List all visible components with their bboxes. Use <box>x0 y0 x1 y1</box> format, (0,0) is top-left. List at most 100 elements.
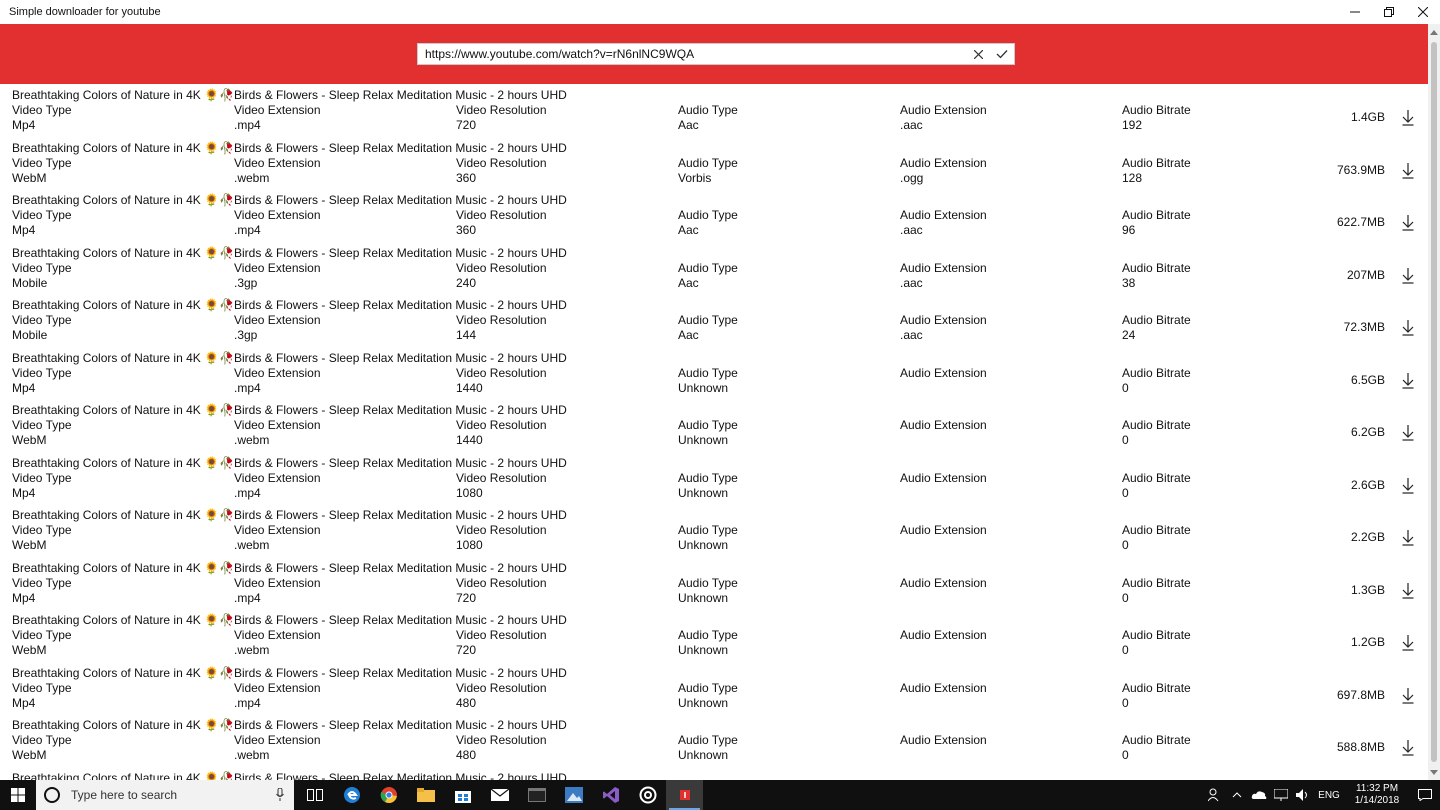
wilted-flower-emoji: 🥀 <box>219 245 235 260</box>
action-center-button[interactable] <box>1410 780 1440 810</box>
audio-bitrate-value: 128 <box>1122 170 1143 185</box>
download-button[interactable] <box>1398 213 1418 233</box>
downloader-app-button[interactable] <box>666 780 703 810</box>
download-button[interactable] <box>1398 581 1418 601</box>
terminal-button[interactable] <box>518 780 555 810</box>
audio-bitrate-value: 96 <box>1122 223 1136 237</box>
download-button[interactable] <box>1398 686 1418 706</box>
chrome-button[interactable] <box>370 780 407 810</box>
cortana-icon <box>44 787 60 803</box>
video-resolution-value: 720 <box>456 118 477 132</box>
audio-extension-column: Audio Extension .aac <box>900 261 987 291</box>
video-resolution-column: Video Resolution 1440 <box>456 366 547 396</box>
video-title-text: Birds & Flowers - Sleep Relax Meditation… <box>234 245 567 260</box>
audio-type-label: Audio Type <box>678 628 738 642</box>
video-extension-column: Video Extension .3gp <box>234 261 321 291</box>
audio-type-value: Unknown <box>678 695 729 710</box>
microphone-icon[interactable] <box>276 788 284 802</box>
taskbar-search-box[interactable]: Type here to search <box>36 780 294 810</box>
audio-type-value: Vorbis <box>678 170 712 185</box>
download-button[interactable] <box>1398 528 1418 548</box>
media-button[interactable] <box>629 780 666 810</box>
download-button[interactable] <box>1398 108 1418 128</box>
download-button[interactable] <box>1398 633 1418 653</box>
video-type-value: Mp4 <box>12 695 36 710</box>
video-title: Breathtaking Colors of Nature in 4K 🌻🥀Bi… <box>12 718 567 733</box>
video-extension-label: Video Extension <box>234 680 321 695</box>
download-button[interactable] <box>1398 266 1418 286</box>
video-extension-label: Video Extension <box>234 628 321 642</box>
stream-row: Breathtaking Colors of Nature in 4K 🌻🥀Bi… <box>0 242 1428 295</box>
scroll-up-icon[interactable] <box>1430 28 1438 36</box>
audio-bitrate-column: Audio Bitrate 38 <box>1122 261 1191 291</box>
video-title-text: Breathtaking Colors of Nature in 4K <box>12 718 205 732</box>
video-type-column: Video Type Mp4 <box>12 208 72 238</box>
vertical-scrollbar[interactable] <box>1428 24 1440 780</box>
network-button[interactable] <box>1270 780 1292 810</box>
wilted-flower-emoji: 🥀 <box>219 298 235 312</box>
store-button[interactable] <box>444 780 481 810</box>
audio-type-label: Audio Type <box>678 470 738 485</box>
download-icon <box>1402 425 1414 441</box>
volume-button[interactable] <box>1292 780 1314 810</box>
photos-button[interactable] <box>555 780 592 810</box>
video-resolution-label: Video Resolution <box>456 208 547 222</box>
onedrive-button[interactable] <box>1248 780 1270 810</box>
show-hidden-icons-button[interactable] <box>1226 780 1248 810</box>
video-extension-column: Video Extension .mp4 <box>234 208 321 238</box>
video-type-label: Video Type <box>12 365 72 380</box>
video-resolution-column: Video Resolution 720 <box>456 628 547 658</box>
download-button[interactable] <box>1398 476 1418 496</box>
audio-bitrate-value: 0 <box>1122 485 1129 500</box>
video-resolution-label: Video Resolution <box>456 365 547 380</box>
sunflower-emoji: 🌻 <box>204 403 220 417</box>
mail-button[interactable] <box>481 780 518 810</box>
video-extension-column: Video Extension .webm <box>234 418 321 448</box>
download-button[interactable] <box>1398 161 1418 181</box>
video-resolution-value: 720 <box>456 643 477 657</box>
clear-url-button[interactable] <box>966 44 990 64</box>
scrollbar-thumb[interactable] <box>1431 42 1437 762</box>
stream-row: Breathtaking Colors of Nature in 4K 🌻🥀Bi… <box>0 84 1428 137</box>
edge-button[interactable] <box>333 780 370 810</box>
minimize-button[interactable] <box>1338 0 1372 24</box>
audio-type-value: Unknown <box>678 485 729 500</box>
submit-url-button[interactable] <box>990 44 1014 64</box>
input-language[interactable]: ENG <box>1314 790 1344 801</box>
start-button[interactable] <box>0 780 36 810</box>
scroll-down-icon[interactable] <box>1430 768 1438 776</box>
url-input[interactable] <box>418 44 966 64</box>
sunflower-emoji: 🌻 <box>204 193 220 207</box>
task-view-button[interactable] <box>296 780 333 810</box>
download-button[interactable] <box>1398 423 1418 443</box>
taskbar-clock[interactable]: 11:32 PM 1/14/2018 <box>1344 783 1410 807</box>
video-extension-column: Video Extension .webm <box>234 628 321 658</box>
audio-extension-label: Audio Extension <box>900 208 987 222</box>
visual-studio-button[interactable] <box>592 780 629 810</box>
audio-extension-label: Audio Extension <box>900 733 987 747</box>
download-button[interactable] <box>1398 318 1418 338</box>
video-type-column: Video Type Mp4 <box>12 576 72 606</box>
sunflower-emoji: 🌻 <box>204 245 220 260</box>
sunflower-emoji: 🌻 <box>204 140 220 155</box>
video-resolution-value: 480 <box>456 695 477 710</box>
video-extension-value: .mp4 <box>234 380 261 395</box>
restore-button[interactable] <box>1372 0 1406 24</box>
download-button[interactable] <box>1398 738 1418 758</box>
video-type-column: Video Type Mp4 <box>12 103 72 133</box>
video-extension-label: Video Extension <box>234 523 321 537</box>
people-button[interactable] <box>1204 780 1226 810</box>
video-resolution-label: Video Resolution <box>456 103 547 117</box>
download-button[interactable] <box>1398 371 1418 391</box>
file-size: 1.2GB <box>1350 635 1385 649</box>
audio-extension-column: Audio Extension .ogg <box>900 156 987 186</box>
folder-icon <box>416 788 435 802</box>
file-explorer-button[interactable] <box>407 780 444 810</box>
audio-type-column: Audio Type Unknown <box>678 681 738 711</box>
video-resolution-value: 240 <box>456 275 477 290</box>
download-icon <box>1402 215 1414 231</box>
video-extension-value: .webm <box>234 643 270 657</box>
video-type-label: Video Type <box>12 733 72 747</box>
window-controls <box>1338 0 1440 24</box>
close-window-button[interactable] <box>1406 0 1440 24</box>
